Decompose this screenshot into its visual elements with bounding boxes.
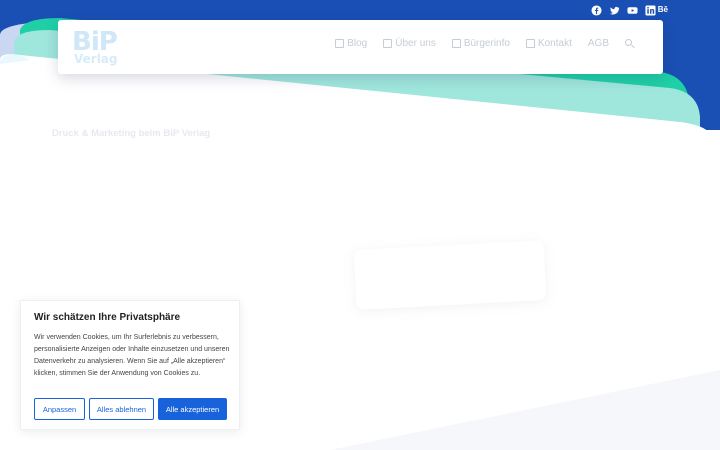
info-icon [451, 39, 461, 48]
facebook-icon[interactable] [590, 4, 602, 16]
nav-item-about[interactable]: Über uns [383, 38, 436, 49]
hero-tagline: Druck & Marketing beim BiP Verlag [52, 128, 211, 139]
nav-label: AGB [587, 38, 609, 49]
reject-all-button[interactable]: Alles ablehnen [89, 398, 154, 420]
logo-subtext: Verlag [74, 52, 118, 66]
social-links: Bē [590, 4, 668, 16]
customize-button[interactable]: Anpassen [34, 398, 85, 420]
blog-icon [335, 39, 345, 48]
nav-label: Blog [347, 38, 368, 49]
main-nav: Blog Über uns Bürgerinfo Kontakt AGB [335, 38, 635, 49]
nav-label: Über uns [395, 38, 436, 49]
accept-all-button[interactable]: Alle akzeptieren [158, 398, 227, 420]
nav-item-agb[interactable]: AGB [588, 38, 609, 49]
cookie-consent-dialog: Wir schätzen Ihre Privatsphäre Wir verwe… [20, 300, 240, 430]
site-header: BiP Verlag Blog Über uns Bürgerinfo Kont… [58, 20, 663, 74]
nav-item-blog[interactable]: Blog [335, 38, 367, 49]
twitter-icon[interactable] [608, 4, 620, 16]
cookie-text: Wir verwenden Cookies, um Ihr Surferlebn… [34, 334, 230, 377]
nav-item-contact[interactable]: Kontakt [525, 38, 572, 49]
hero-placeholder-card [354, 240, 547, 310]
nav-label: Bürgerinfo [463, 38, 510, 49]
about-icon [383, 39, 393, 48]
behance-icon[interactable]: Bē [658, 4, 668, 16]
linkedin-icon[interactable] [644, 4, 656, 16]
contact-icon [525, 39, 535, 48]
cookie-title: Wir schätzen Ihre Privatsphäre [34, 312, 181, 323]
search-icon[interactable] [625, 38, 635, 49]
youtube-icon[interactable] [626, 4, 638, 16]
nav-item-buergerinfo[interactable]: Bürgerinfo [451, 38, 510, 49]
nav-label: Kontakt [537, 38, 572, 49]
bip-verlag-logo[interactable]: BiP Verlag [72, 28, 142, 68]
